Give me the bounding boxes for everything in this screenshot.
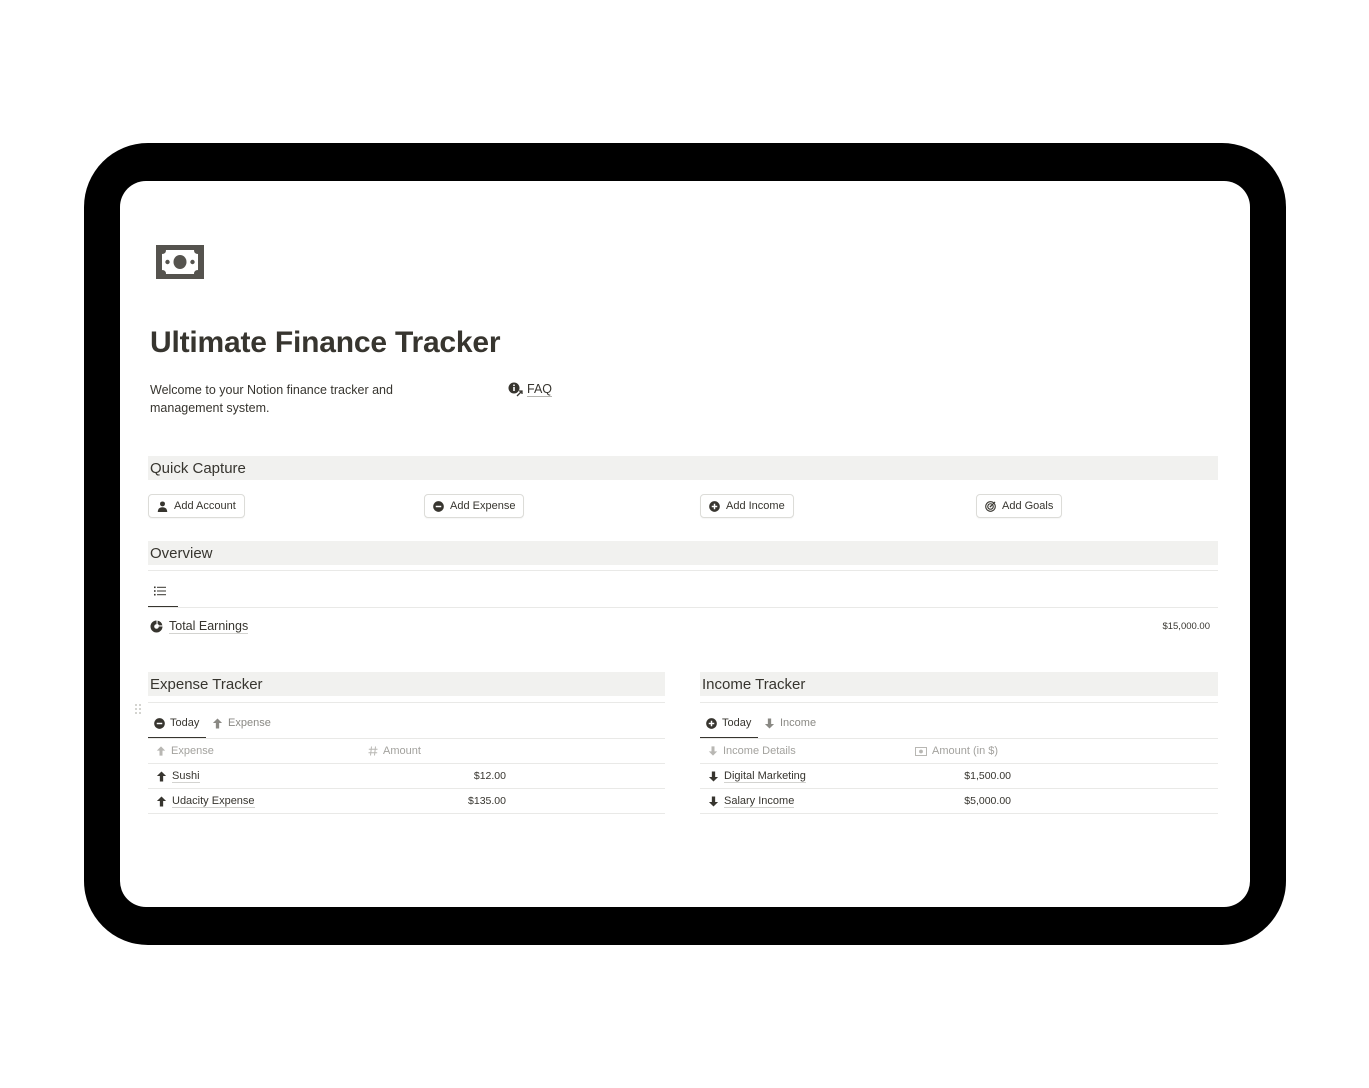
table-row[interactable]: Udacity Expense $135.00 <box>148 789 665 814</box>
expense-tab-today[interactable]: Today <box>154 717 199 729</box>
money-bill-icon <box>915 746 927 756</box>
expense-name: Sushi <box>172 770 200 783</box>
total-earnings-label: Total Earnings <box>169 619 249 634</box>
overview-heading: Overview <box>148 541 1218 565</box>
table-row[interactable]: Sushi $12.00 <box>148 764 665 789</box>
arrow-up-icon <box>156 746 166 756</box>
quick-capture-buttons: Add Account Add Expense Add Income Add G… <box>148 494 1218 518</box>
total-earnings-row[interactable]: Total Earnings $15,000.00 <box>150 618 1218 636</box>
add-expense-label: Add Expense <box>450 500 516 512</box>
income-tab-today-label: Today <box>722 717 752 729</box>
expense-name-cell[interactable]: Sushi <box>156 770 200 783</box>
income-name-cell[interactable]: Digital Marketing <box>708 770 806 783</box>
table-row[interactable]: Digital Marketing $1,500.00 <box>700 764 1218 789</box>
arrow-up-icon <box>156 771 167 782</box>
add-income-button[interactable]: Add Income <box>700 494 794 518</box>
arrow-down-icon <box>708 796 719 807</box>
arrow-up-icon <box>212 717 223 729</box>
total-earnings-value: $15,000.00 <box>1162 621 1210 632</box>
income-tracker-heading: Income Tracker <box>700 672 1218 696</box>
expense-amount: $12.00 <box>473 770 506 782</box>
faq-label: FAQ <box>527 382 553 397</box>
page-title: Ultimate Finance Tracker <box>150 326 501 359</box>
income-tab-income[interactable]: Income <box>764 717 816 729</box>
income-name: Salary Income <box>724 795 795 808</box>
add-income-label: Add Income <box>726 500 785 512</box>
notion-page: Ultimate Finance Tracker Welcome to your… <box>120 181 1250 907</box>
income-amount: $5,000.00 <box>964 795 1011 807</box>
income-details-column-header[interactable]: Income Details <box>708 745 796 757</box>
overview-list-view-tab[interactable] <box>154 586 166 596</box>
add-goals-label: Add Goals <box>1002 500 1054 512</box>
expense-tab-today-label: Today <box>170 717 200 729</box>
expense-table-header: Expense Amount <box>148 739 665 764</box>
income-amount-column-label: Amount (in $) <box>932 745 999 757</box>
tablet-frame: Ultimate Finance Tracker Welcome to your… <box>84 143 1286 945</box>
expense-column-label: Expense <box>171 745 214 757</box>
person-icon <box>157 500 168 512</box>
income-table-header: Income Details Amount (in $) <box>700 739 1218 764</box>
expense-column-header[interactable]: Expense <box>156 745 214 757</box>
pie-chart-icon <box>150 620 163 633</box>
quick-capture-heading: Quick Capture <box>148 456 1218 480</box>
add-expense-button[interactable]: Add Expense <box>424 494 525 518</box>
plus-circle-icon <box>706 717 717 729</box>
arrow-down-icon <box>708 771 719 782</box>
money-bill-icon[interactable] <box>156 245 204 279</box>
arrow-up-icon <box>156 796 167 807</box>
amount-column-header[interactable]: Amount <box>368 745 421 757</box>
expense-name-cell[interactable]: Udacity Expense <box>156 795 255 808</box>
income-name: Digital Marketing <box>724 770 806 783</box>
add-account-button[interactable]: Add Account <box>148 494 245 518</box>
income-table: Income Details Amount (in $) Digital Mar… <box>700 739 1218 815</box>
add-goals-button[interactable]: Add Goals <box>976 494 1063 518</box>
arrow-down-icon <box>708 746 718 756</box>
target-icon <box>985 500 996 512</box>
amount-column-label: Amount <box>383 745 421 757</box>
income-tab-today[interactable]: Today <box>706 717 751 729</box>
income-amount: $1,500.00 <box>964 770 1011 782</box>
expense-tracker-heading: Expense Tracker <box>148 672 665 696</box>
expense-divider <box>148 702 665 703</box>
expense-tab-expense[interactable]: Expense <box>212 717 271 729</box>
info-link-icon <box>508 382 523 397</box>
expense-tab-expense-label: Expense <box>228 717 271 729</box>
intro-text: Welcome to your Notion finance tracker a… <box>150 383 393 415</box>
income-divider <box>700 702 1218 703</box>
minus-circle-icon <box>154 717 165 729</box>
expense-table: Expense Amount Sushi $12.00 Udacity Expe… <box>148 739 665 815</box>
expense-name: Udacity Expense <box>172 795 255 808</box>
drag-handle-icon[interactable] <box>134 703 142 715</box>
income-tab-income-label: Income <box>780 717 817 729</box>
add-account-label: Add Account <box>174 500 236 512</box>
expense-amount: $135.00 <box>468 795 506 807</box>
minus-circle-icon <box>433 500 444 512</box>
list-icon <box>154 586 166 596</box>
income-details-column-label: Income Details <box>723 745 796 757</box>
overview-tabs-divider <box>148 607 1218 608</box>
overview-divider <box>148 570 1218 571</box>
table-row[interactable]: Salary Income $5,000.00 <box>700 789 1218 814</box>
income-amount-column-header[interactable]: Amount (in $) <box>915 745 998 757</box>
arrow-down-icon <box>764 717 775 729</box>
page-content: Ultimate Finance Tracker Welcome to your… <box>135 181 1218 907</box>
faq-link[interactable]: FAQ <box>508 382 553 397</box>
plus-circle-icon <box>709 500 720 512</box>
income-name-cell[interactable]: Salary Income <box>708 795 795 808</box>
hash-icon <box>368 746 378 756</box>
